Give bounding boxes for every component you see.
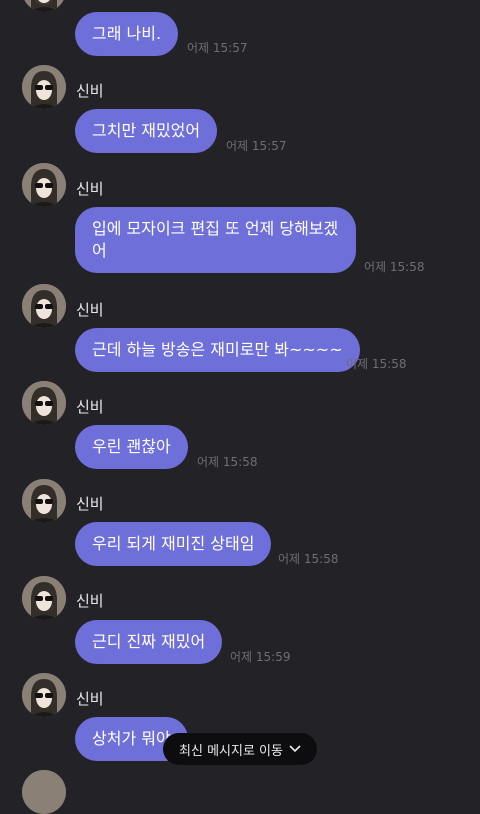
- sender-name: 신비: [76, 690, 104, 708]
- avatar[interactable]: [22, 576, 66, 620]
- message-time: 어제 15:59: [230, 650, 291, 664]
- sender-name: 신비: [76, 82, 104, 100]
- avatar[interactable]: [22, 479, 66, 523]
- avatar[interactable]: [22, 0, 66, 12]
- message-time: 어제 15:58: [364, 260, 425, 274]
- sender-name: 신비: [76, 495, 104, 513]
- message-time: 어제 15:58: [197, 455, 258, 469]
- message-time: 어제 15:58: [278, 552, 339, 566]
- avatar[interactable]: [22, 381, 66, 425]
- avatar[interactable]: [22, 284, 66, 328]
- avatar[interactable]: [22, 163, 66, 207]
- chevron-down-icon: [289, 744, 301, 755]
- sender-name: 신비: [76, 180, 104, 198]
- message-bubble[interactable]: 입에 모자이크 편집 또 언제 당해보겠어: [75, 207, 356, 273]
- message-bubble[interactable]: 근데 하늘 방송은 재미로만 봐~~~~: [75, 328, 360, 372]
- message-bubble[interactable]: 우린 괜찮아: [75, 425, 188, 469]
- jump-to-latest-label: 최신 메시지로 이동: [179, 743, 283, 759]
- message-bubble[interactable]: 근디 진짜 재밌어: [75, 620, 223, 664]
- jump-to-latest-button[interactable]: 최신 메시지로 이동: [163, 733, 317, 765]
- message-bubble[interactable]: 우리 되게 재미진 상태임: [75, 522, 272, 566]
- message-time: 어제 15:57: [187, 41, 248, 55]
- avatar[interactable]: [22, 673, 66, 717]
- message-time: 어제 15:58: [346, 357, 407, 371]
- sender-name: 신비: [76, 398, 104, 416]
- sender-name: 신비: [76, 301, 104, 319]
- avatar[interactable]: [22, 65, 66, 109]
- sender-name: 신비: [76, 592, 104, 610]
- message-bubble[interactable]: 그치만 재밌었어: [75, 109, 218, 153]
- message-time: 어제 15:57: [226, 139, 287, 153]
- message-bubble[interactable]: 그래 나비.: [75, 12, 179, 56]
- avatar[interactable]: [22, 770, 66, 814]
